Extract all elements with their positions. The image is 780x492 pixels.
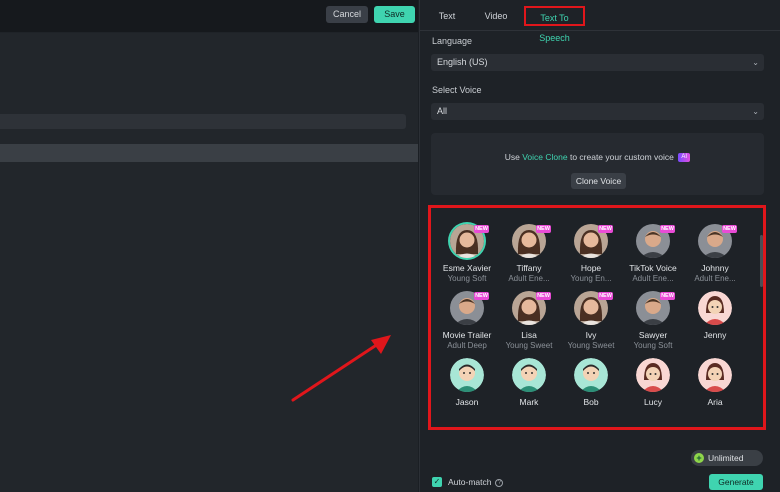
tab-text-to-speech[interactable]: Text To Speech bbox=[524, 6, 585, 43]
voice-item-johnny[interactable]: NEW Johnny Adult Ene... bbox=[683, 224, 747, 283]
voice-avatar[interactable] bbox=[450, 358, 484, 392]
voice-filter-value: All bbox=[437, 106, 448, 116]
voice-name: Lucy bbox=[644, 397, 662, 407]
plus-icon: + bbox=[694, 453, 704, 463]
new-badge: NEW bbox=[536, 225, 551, 233]
unlimited-label: Unlimited bbox=[708, 453, 744, 463]
editor-body bbox=[0, 33, 418, 492]
voice-item-jason[interactable]: Jason bbox=[435, 358, 499, 407]
help-icon[interactable]: ? bbox=[495, 478, 504, 487]
tab-text[interactable]: Text bbox=[430, 6, 464, 26]
voice-avatar[interactable] bbox=[698, 291, 732, 325]
voice-item-aria[interactable]: Aria bbox=[683, 358, 747, 407]
voice-name: Ivy bbox=[585, 330, 597, 340]
voice-item-sawyer[interactable]: NEW Sawyer Young Soft bbox=[621, 291, 685, 350]
voice-item-tiffany[interactable]: NEW Tiffany Adult Ene... bbox=[497, 224, 561, 283]
voice-name: Esme Xavier bbox=[442, 263, 492, 273]
voice-avatar[interactable] bbox=[574, 358, 608, 392]
new-badge: NEW bbox=[598, 292, 613, 300]
auto-match-label: Auto-match? bbox=[448, 477, 504, 487]
voice-name: TikTok Voice bbox=[629, 263, 677, 273]
editor-input-bar[interactable] bbox=[0, 114, 406, 129]
voice-item-jenny[interactable]: Jenny bbox=[683, 291, 747, 340]
voice-item-bob[interactable]: Bob bbox=[559, 358, 623, 407]
save-button[interactable]: Save bbox=[374, 6, 415, 23]
ai-badge-icon: AI bbox=[678, 153, 691, 163]
voice-avatar[interactable] bbox=[636, 358, 670, 392]
language-label: Language bbox=[432, 36, 473, 46]
voice-name: Jenny bbox=[703, 330, 727, 340]
voice-item-lisa[interactable]: NEW Lisa Young Sweet bbox=[497, 291, 561, 350]
voice-item-mark[interactable]: Mark bbox=[497, 358, 561, 407]
voice-name: Movie Trailer bbox=[442, 330, 492, 340]
voice-name: Aria bbox=[707, 397, 723, 407]
voice-description: Young En... bbox=[570, 274, 612, 283]
voice-item-hope[interactable]: NEW Hope Young En... bbox=[559, 224, 623, 283]
editor-topbar: Cancel Save bbox=[0, 0, 418, 32]
voice-description: Young Sweet bbox=[505, 341, 553, 350]
voice-name: Mark bbox=[519, 397, 539, 407]
clone-suffix: to create your custom voice bbox=[567, 152, 674, 162]
chevron-down-icon: ⌄ bbox=[752, 107, 759, 116]
voice-description: Adult Deep bbox=[447, 341, 487, 350]
editor-area: Cancel Save bbox=[0, 0, 418, 492]
voice-clone-card: Use Voice Clone to create your custom vo… bbox=[431, 133, 764, 195]
voice-description: Adult Ene... bbox=[694, 274, 736, 283]
new-badge: NEW bbox=[598, 225, 613, 233]
new-badge: NEW bbox=[536, 292, 551, 300]
editor-selected-row[interactable] bbox=[0, 144, 418, 162]
clone-voice-button[interactable]: Clone Voice bbox=[571, 173, 626, 189]
voice-name: Hope bbox=[580, 263, 602, 273]
text-to-speech-panel: Text Video Text To Speech Language Engli… bbox=[419, 0, 780, 492]
voice-description: Adult Ene... bbox=[632, 274, 674, 283]
tab-bar: Text Video Text To Speech bbox=[420, 0, 780, 43]
voice-description: Young Sweet bbox=[567, 341, 615, 350]
voice-filter-select[interactable]: All ⌄ bbox=[431, 103, 764, 120]
unlimited-badge[interactable]: + Unlimited bbox=[691, 450, 763, 466]
voice-description: Young Soft bbox=[633, 341, 673, 350]
voice-description: Adult Ene... bbox=[508, 274, 550, 283]
generate-button[interactable]: Generate bbox=[709, 474, 763, 490]
voice-grid: NEW Esme Xavier Young Soft NEW Tiffany Adult … bbox=[428, 205, 766, 430]
auto-match-checkbox[interactable]: ✓ bbox=[432, 477, 442, 487]
voice-description: Young Soft bbox=[447, 274, 487, 283]
voice-item-esme-xavier[interactable]: NEW Esme Xavier Young Soft bbox=[435, 224, 499, 283]
voice-name: Johnny bbox=[701, 263, 729, 273]
select-voice-label: Select Voice bbox=[432, 85, 482, 95]
new-badge: NEW bbox=[660, 292, 675, 300]
cancel-button[interactable]: Cancel bbox=[326, 6, 368, 23]
voice-name: Bob bbox=[583, 397, 599, 407]
voice-item-movie-trailer[interactable]: NEW Movie Trailer Adult Deep bbox=[435, 291, 499, 350]
chevron-down-icon: ⌄ bbox=[752, 58, 759, 67]
voice-avatar[interactable] bbox=[698, 358, 732, 392]
new-badge: NEW bbox=[474, 292, 489, 300]
app-root: Cancel Save Text Video Text To Speech La… bbox=[0, 0, 780, 492]
voice-clone-text: Use Voice Clone to create your custom vo… bbox=[431, 152, 764, 163]
voice-item-ivy[interactable]: NEW Ivy Young Sweet bbox=[559, 291, 623, 350]
new-badge: NEW bbox=[660, 225, 675, 233]
voice-item-lucy[interactable]: Lucy bbox=[621, 358, 685, 407]
voice-avatar[interactable] bbox=[512, 358, 546, 392]
voice-name: Tiffany bbox=[516, 263, 542, 273]
voice-grid-scrollbar[interactable] bbox=[760, 235, 763, 287]
new-badge: NEW bbox=[722, 225, 737, 233]
annotation-arrow bbox=[291, 335, 391, 402]
language-value: English (US) bbox=[437, 57, 488, 67]
voice-clone-link[interactable]: Voice Clone bbox=[522, 152, 567, 162]
voice-item-tiktok-voice[interactable]: NEW TikTok Voice Adult Ene... bbox=[621, 224, 685, 283]
voice-name: Sawyer bbox=[638, 330, 668, 340]
clone-prefix: Use bbox=[504, 152, 523, 162]
auto-match-text: Auto-match bbox=[448, 477, 492, 487]
voice-name: Lisa bbox=[521, 330, 537, 340]
language-select[interactable]: English (US) ⌄ bbox=[431, 54, 764, 71]
voice-name: Jason bbox=[455, 397, 479, 407]
new-badge: NEW bbox=[474, 225, 489, 233]
tab-video[interactable]: Video bbox=[478, 6, 514, 26]
